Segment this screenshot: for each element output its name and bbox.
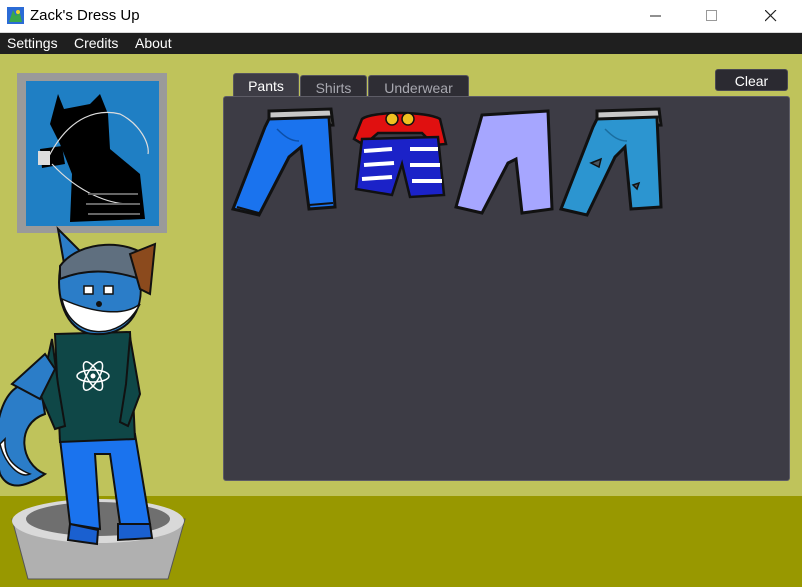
- menu-credits[interactable]: Credits: [74, 35, 118, 51]
- dressing-room: Pants Shirts Underwear Clear: [0, 54, 802, 587]
- app-icon: [7, 7, 24, 24]
- menu-settings[interactable]: Settings: [7, 35, 58, 51]
- wall-poster: [17, 73, 167, 233]
- minimize-icon: [650, 15, 661, 17]
- lavender-pants-icon[interactable]: [452, 109, 556, 219]
- character-shirt: [38, 330, 142, 444]
- striped-shorts-icon[interactable]: [352, 109, 448, 201]
- ripped-jeans-icon[interactable]: [557, 107, 665, 219]
- maximize-icon: [706, 10, 717, 21]
- character-area: [0, 73, 186, 580]
- menu-bar: Settings Credits About: [0, 33, 802, 54]
- blue-jeans-icon[interactable]: [229, 107, 337, 219]
- clear-button[interactable]: Clear: [715, 69, 788, 91]
- close-button[interactable]: [748, 0, 794, 32]
- menu-about[interactable]: About: [135, 35, 172, 51]
- minimize-button[interactable]: [633, 0, 679, 32]
- wardrobe-panel: [223, 96, 790, 481]
- title-bar: Zack's Dress Up: [0, 0, 802, 33]
- maximize-button[interactable]: [689, 0, 735, 32]
- close-icon: [765, 10, 777, 22]
- window-title: Zack's Dress Up: [30, 7, 140, 24]
